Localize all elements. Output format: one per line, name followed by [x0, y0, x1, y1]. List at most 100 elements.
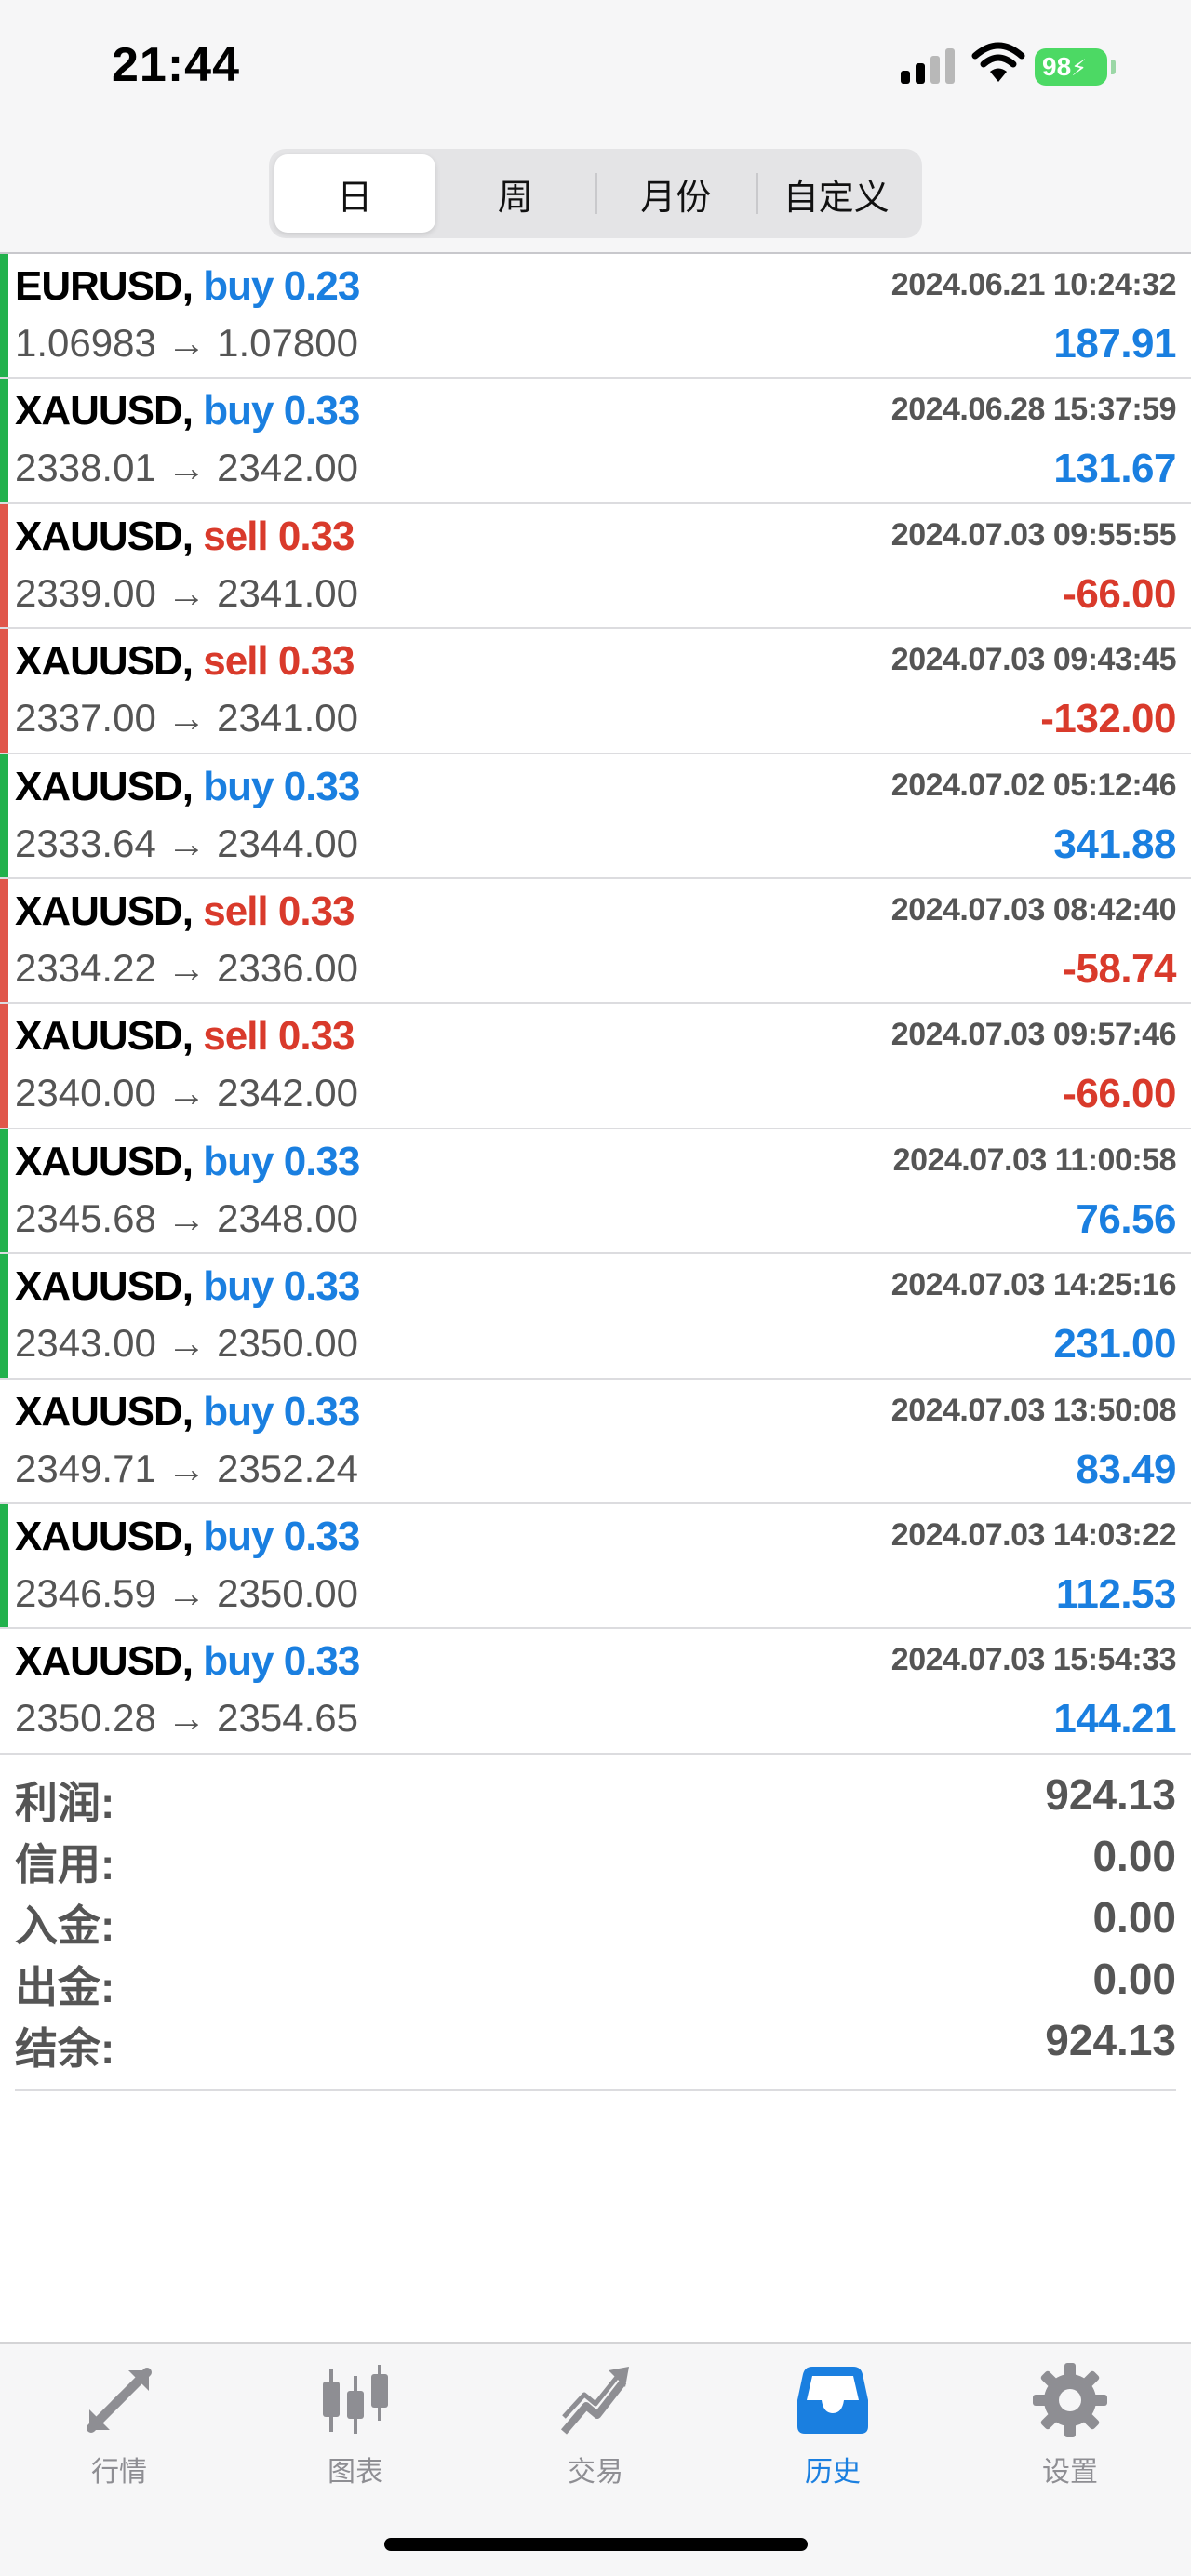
- trade-profit: -132.00: [1040, 696, 1176, 742]
- trade-symbol-line: XAUUSD, buy 0.33: [15, 763, 361, 810]
- trade-profit: -66.00: [1063, 570, 1176, 617]
- trade-datetime: 2024.07.03 11:00:58: [892, 1141, 1177, 1178]
- trade-direction: buy: [203, 263, 274, 309]
- trade-row[interactable]: XAUUSD, buy 0.33 2024.07.03 13:50:08 2349.…: [0, 1380, 1191, 1504]
- period-segmented-control: 日 周 月份 自定义: [269, 149, 922, 238]
- tab-chart[interactable]: 图表: [281, 2363, 430, 2489]
- trade-volume: 0.33: [283, 1513, 361, 1559]
- summary-withdrawal-label: 出金:: [15, 1963, 115, 2011]
- battery-icon: 98⚡: [1035, 48, 1107, 86]
- trade-datetime: 2024.07.03 08:42:40: [890, 891, 1177, 928]
- trade-prices: 2338.01 → 2342.00: [15, 446, 358, 490]
- summary-credit-value: 0.00: [1092, 1832, 1176, 1880]
- battery-cap: [1111, 60, 1116, 74]
- status-time: 21:44: [112, 38, 240, 92]
- trade-symbol: XAUUSD,: [15, 1638, 194, 1685]
- trade-row[interactable]: XAUUSD, buy 0.33 2024.07.03 11:00:58 2345.…: [0, 1128, 1191, 1255]
- tab-settings[interactable]: 设置: [996, 2363, 1144, 2489]
- trade-row[interactable]: XAUUSD, buy 0.33 2024.07.03 14:03:22 2346.…: [0, 1503, 1191, 1630]
- trade-profit: -66.00: [1063, 1071, 1176, 1117]
- trade-symbol-line: EURUSD, buy 0.23: [15, 263, 360, 310]
- trade-prices: 2340.00 → 2342.00: [15, 1071, 358, 1115]
- summary-profit-label: 利润:: [15, 1779, 115, 1827]
- trade-volume: 0.33: [277, 888, 355, 934]
- trade-profit: -58.74: [1063, 945, 1176, 992]
- trade-indicator-bar: [0, 379, 8, 502]
- trade-row[interactable]: EURUSD, buy 0.23 2024.06.21 10:24:32 1.069…: [0, 254, 1191, 380]
- trade-symbol-line: XAUUSD, buy 0.33: [15, 388, 361, 434]
- trade-profit: 131.67: [1053, 446, 1176, 492]
- trade-volume: 0.33: [277, 1013, 355, 1060]
- trade-prices: 2339.00 → 2341.00: [15, 570, 358, 615]
- trade-prices: 2345.68 → 2348.00: [15, 1195, 358, 1240]
- trade-datetime: 2024.07.03 09:55:55: [890, 516, 1177, 553]
- trade-row[interactable]: XAUUSD, sell 0.33 2024.07.03 09:55:55 2339…: [0, 503, 1191, 630]
- summary-deposit-row: 入金: 0.00: [15, 1889, 1176, 1950]
- trade-indicator-bar: [0, 1254, 8, 1378]
- tab-history-label: 历史: [805, 2457, 861, 2488]
- trade-prices: 1.06983 → 1.07800: [15, 321, 358, 365]
- trade-prices: 2346.59 → 2350.00: [15, 1570, 358, 1615]
- segment-month[interactable]: 月份: [596, 154, 756, 233]
- summary-balance-label: 结余:: [15, 2024, 115, 2073]
- summary-withdrawal-value: 0.00: [1092, 1955, 1176, 2003]
- trade-symbol: XAUUSD,: [15, 1013, 194, 1060]
- battery-level: 98: [1042, 52, 1072, 81]
- trade-row[interactable]: XAUUSD, sell 0.33 2024.07.03 09:57:46 2340…: [0, 1004, 1191, 1129]
- tab-trade[interactable]: 交易: [521, 2363, 670, 2489]
- trade-volume: 0.33: [283, 763, 361, 809]
- trade-direction: buy: [203, 1138, 274, 1184]
- trade-prices: 2334.22 → 2336.00: [15, 945, 358, 990]
- trade-prices: 2337.00 → 2341.00: [15, 696, 358, 741]
- segment-custom[interactable]: 自定义: [756, 154, 917, 233]
- summary-profit-row: 利润: 924.13: [15, 1766, 1176, 1827]
- trade-prices: 2343.00 → 2350.00: [15, 1321, 358, 1366]
- summary-deposit-label: 入金:: [15, 1902, 115, 1950]
- quotes-arrows-icon: [87, 2368, 152, 2433]
- trade-profit: 83.49: [1076, 1446, 1176, 1492]
- trade-datetime: 2024.07.03 13:50:08: [890, 1392, 1177, 1428]
- trade-symbol: XAUUSD,: [15, 513, 194, 559]
- trade-symbol: EURUSD,: [15, 263, 194, 309]
- segment-day[interactable]: 日: [274, 154, 435, 233]
- tab-chart-label: 图表: [328, 2457, 383, 2488]
- trade-symbol: XAUUSD,: [15, 1138, 194, 1184]
- trade-indicator-bar: [0, 503, 8, 628]
- tab-trade-label: 交易: [568, 2457, 623, 2488]
- trade-profit: 231.00: [1053, 1321, 1176, 1368]
- trade-symbol-line: XAUUSD, sell 0.33: [15, 638, 355, 685]
- summary-withdrawal-row: 出金: 0.00: [15, 1950, 1176, 2011]
- trade-row[interactable]: XAUUSD, sell 0.33 2024.07.03 09:43:45 2337…: [0, 629, 1191, 754]
- segment-week[interactable]: 周: [435, 154, 596, 233]
- trade-row[interactable]: XAUUSD, sell 0.33 2024.07.03 08:42:40 2334…: [0, 878, 1191, 1005]
- trade-datetime: 2024.07.03 09:43:45: [890, 642, 1177, 678]
- trade-row[interactable]: XAUUSD, buy 0.33 2024.06.28 15:37:59 2338.…: [0, 379, 1191, 504]
- trade-indicator-bar: [0, 1629, 8, 1752]
- trade-indicator-bar: [0, 878, 8, 1003]
- trade-prices: 2350.28 → 2354.65: [15, 1696, 358, 1741]
- tab-quotes[interactable]: 行情: [45, 2363, 194, 2489]
- trade-volume: 0.33: [277, 513, 355, 559]
- trade-symbol-line: XAUUSD, buy 0.33: [15, 1388, 361, 1435]
- summary-credit-row: 信用: 0.00: [15, 1827, 1176, 1889]
- trade-symbol-line: XAUUSD, buy 0.33: [15, 1263, 361, 1310]
- trade-volume: 0.33: [283, 1263, 361, 1310]
- trade-row[interactable]: XAUUSD, buy 0.33 2024.07.03 15:54:33 2350.…: [0, 1629, 1191, 1755]
- trade-row[interactable]: XAUUSD, buy 0.33 2024.07.03 14:25:16 2343.…: [0, 1254, 1191, 1380]
- trade-symbol-line: XAUUSD, sell 0.33: [15, 1013, 355, 1060]
- trade-indicator-bar: [0, 629, 8, 753]
- trade-indicator-bar: [0, 1004, 8, 1128]
- trade-prices: 2333.64 → 2344.00: [15, 821, 358, 865]
- trade-indicator-bar: [0, 754, 8, 877]
- trade-volume: 0.33: [283, 388, 361, 434]
- summary-balance-value: 924.13: [1045, 2016, 1176, 2064]
- cellular-signal-icon: [901, 47, 957, 84]
- trade-prices: 2349.71 → 2352.24: [15, 1446, 358, 1490]
- trade-datetime: 2024.06.21 10:24:32: [890, 267, 1177, 302]
- tab-history[interactable]: 历史: [758, 2363, 907, 2489]
- trade-row[interactable]: XAUUSD, buy 0.33 2024.07.02 05:12:46 2333.…: [0, 754, 1191, 879]
- trade-symbol-line: XAUUSD, buy 0.33: [15, 1638, 360, 1685]
- trade-profit: 76.56: [1076, 1195, 1176, 1242]
- trade-volume: 0.33: [283, 1388, 361, 1435]
- trade-symbol-line: XAUUSD, buy 0.33: [15, 1138, 360, 1185]
